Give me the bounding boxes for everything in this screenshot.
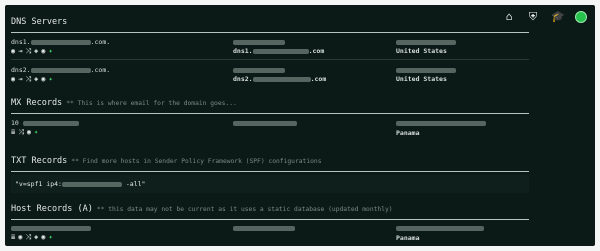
host-records-title: Host Records (A) ** this data may not be … xyxy=(11,204,393,214)
list-icon[interactable]: ≣ xyxy=(11,234,15,241)
mx-row-actions: ≣ ⤨ ◉ ✦ xyxy=(11,129,38,136)
plus-icon[interactable]: ✦ xyxy=(48,234,52,241)
mx-row-name: 10 xyxy=(11,119,79,127)
mx-rule xyxy=(11,113,529,114)
shuffle-icon[interactable]: ⤨ xyxy=(25,48,31,55)
host-row-name xyxy=(11,224,91,232)
mx-row-org xyxy=(396,119,486,127)
home-icon[interactable]: ⌂ xyxy=(503,11,515,23)
dns-row-1-actions: ◉ ⇥ ⤨ ◈ ◉ ✦ xyxy=(11,48,53,55)
mx-row-country: Panama xyxy=(396,129,420,137)
plus-icon[interactable]: ✦ xyxy=(34,129,38,136)
mx-note: ** This is where email for the domain go… xyxy=(66,100,237,107)
dns-row-1-org xyxy=(396,38,456,46)
dns-dumpster-panel: ⌂ ⛨ 🎓 DNS Servers dns1. .com. ◉ ⇥ ⤨ ◈ ◉ ✦… xyxy=(5,5,595,246)
graduation-cap-icon[interactable]: 🎓 xyxy=(551,11,565,23)
shuffle-icon[interactable]: ⤨ xyxy=(18,129,24,136)
toolbar: ⌂ ⛨ 🎓 xyxy=(503,11,587,23)
mx-records-title: MX Records ** This is where email for the… xyxy=(11,98,237,108)
dns-row-1-name: dns1. .com. xyxy=(11,38,111,46)
status-dot-icon[interactable] xyxy=(575,11,587,23)
dns-divider-1 xyxy=(11,59,529,60)
dns-servers-title: DNS Servers xyxy=(11,17,68,27)
map-icon[interactable]: ◈ xyxy=(34,48,38,55)
dns-row-1-host: dns1. .com xyxy=(233,47,325,55)
host-row-actions: ≣ ◉ ⤨ ◈ ◉ ✦ xyxy=(11,234,53,241)
dns-row-2-ip xyxy=(233,66,285,74)
shuffle-icon[interactable]: ⤨ xyxy=(25,76,31,83)
dns-row-1-ip xyxy=(233,38,285,46)
plus-icon[interactable]: ✦ xyxy=(48,48,52,55)
host-row-ip xyxy=(233,224,295,232)
txt-rule xyxy=(11,171,529,172)
map-icon[interactable]: ◈ xyxy=(34,76,38,83)
sign-in-icon[interactable]: ⇥ xyxy=(18,48,22,55)
list-icon[interactable]: ≣ xyxy=(11,129,15,136)
dns-rule xyxy=(11,32,529,33)
sign-in-icon[interactable]: ⇥ xyxy=(18,76,22,83)
dns-row-2-country: United States xyxy=(396,75,447,83)
globe-icon[interactable]: ◉ xyxy=(11,48,15,55)
txt-record-value: "v=spf1 ip4: -all" xyxy=(15,180,146,188)
txt-records-title: TXT Records ** Find more hosts in Sender … xyxy=(11,156,322,166)
eye-icon[interactable]: ◉ xyxy=(27,129,31,136)
globe-icon[interactable]: ◉ xyxy=(11,76,15,83)
eye-icon[interactable]: ◉ xyxy=(41,76,45,83)
shuffle-icon[interactable]: ⤨ xyxy=(25,234,31,241)
globe-icon[interactable]: ◉ xyxy=(18,234,22,241)
dns-row-2-org xyxy=(396,66,456,74)
dns-row-2-host: dns2. .com xyxy=(233,75,327,83)
map-icon[interactable]: ◈ xyxy=(34,234,38,241)
shield-icon[interactable]: ⛨ xyxy=(527,11,539,23)
host-row-country: Panama xyxy=(396,234,420,242)
mx-row-ip xyxy=(233,119,297,127)
dns-row-2-actions: ◉ ⇥ ⤨ ◈ ◉ ✦ xyxy=(11,76,53,83)
dns-row-1-country: United States xyxy=(396,47,447,55)
host-rule xyxy=(11,219,529,220)
eye-icon[interactable]: ◉ xyxy=(41,234,45,241)
host-note: ** this data may not be current as it us… xyxy=(96,206,393,213)
dns-row-2-name: dns2. .com. xyxy=(11,66,111,74)
host-row-org xyxy=(396,224,484,232)
eye-icon[interactable]: ◉ xyxy=(41,48,45,55)
txt-note: ** Find more hosts in Sender Policy Fram… xyxy=(71,158,322,165)
plus-icon[interactable]: ✦ xyxy=(48,76,52,83)
